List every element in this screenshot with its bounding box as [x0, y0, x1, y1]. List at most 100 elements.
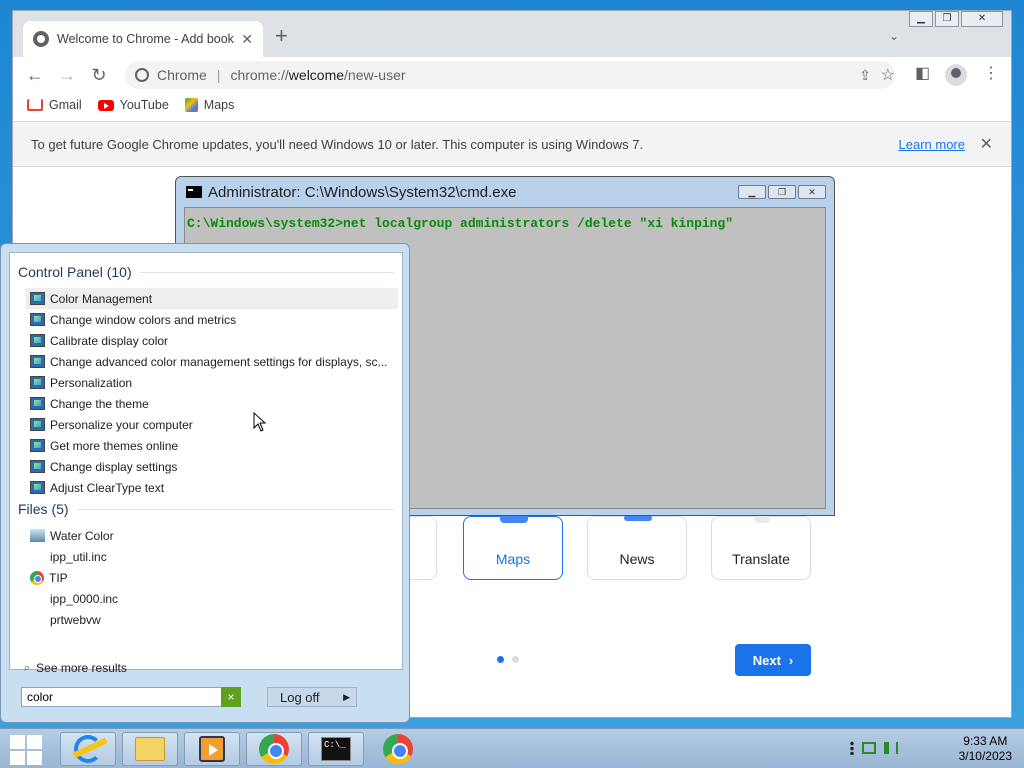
- pager-dot-active[interactable]: [497, 656, 504, 663]
- share-icon[interactable]: ⇪: [859, 67, 871, 84]
- personalization-icon: [30, 439, 45, 452]
- learn-more-link[interactable]: Learn more: [899, 137, 965, 152]
- taskbar-cmd[interactable]: C:\_: [308, 732, 364, 766]
- clock-date: 3/10/2023: [958, 749, 1012, 763]
- side-panel-icon[interactable]: ◧: [915, 63, 930, 83]
- display-icon: [30, 481, 45, 494]
- personalization-icon: [30, 376, 45, 389]
- header-divider: [139, 271, 394, 273]
- cmd-title: Administrator: C:\Windows\System32\cmd.e…: [208, 183, 517, 201]
- result-item[interactable]: Change the theme: [26, 393, 398, 414]
- result-item[interactable]: Get more themes online: [26, 435, 398, 456]
- chrome-titlebar: Welcome to Chrome - Add book ✕ + ⌄ ▁ ❐ ✕: [13, 11, 1011, 57]
- result-item[interactable]: Change advanced color management setting…: [26, 351, 398, 372]
- bookmark-star-icon[interactable]: ☆: [881, 65, 895, 85]
- new-tab-button[interactable]: +: [275, 25, 288, 47]
- start-menu: Control Panel (10) Color Management Chan…: [0, 243, 410, 723]
- cmd-close-button[interactable]: ✕: [798, 185, 826, 199]
- shutdown-options-arrow-icon[interactable]: ▶: [343, 692, 350, 703]
- url-prefix: chrome://: [230, 67, 289, 83]
- cmd-icon: C:\_: [321, 737, 351, 761]
- file-item[interactable]: Water Color: [26, 525, 398, 546]
- card-label: Translate: [732, 551, 790, 567]
- bookmarks-bar: Gmail YouTube Maps: [13, 93, 1011, 117]
- pager-dot[interactable]: [512, 656, 519, 663]
- cmd-minimize-button[interactable]: ▁: [738, 185, 766, 199]
- scheme-label: Chrome: [157, 67, 207, 83]
- next-button[interactable]: Next ›: [735, 644, 811, 676]
- cmd-titlebar[interactable]: Administrator: C:\Windows\System32\cmd.e…: [176, 177, 834, 207]
- minimize-button[interactable]: ▁: [909, 11, 933, 27]
- card-label: News: [619, 551, 655, 567]
- network-icon[interactable]: [862, 742, 876, 754]
- taskbar-chrome[interactable]: [246, 732, 302, 766]
- bookmark-maps[interactable]: Maps: [184, 98, 234, 112]
- taskbar-media-player[interactable]: [184, 732, 240, 766]
- profile-avatar[interactable]: [945, 64, 967, 86]
- file-item[interactable]: TIP: [26, 567, 398, 588]
- volume-icon[interactable]: [884, 742, 898, 754]
- start-search-input[interactable]: color: [21, 687, 241, 707]
- chrome-page-icon: [135, 68, 149, 82]
- result-label: Adjust ClearType text: [50, 480, 165, 495]
- result-item[interactable]: Personalization: [26, 372, 398, 393]
- show-hidden-icons-icon[interactable]: [850, 741, 854, 755]
- log-off-button[interactable]: Log off ▶: [267, 687, 357, 707]
- welcome-card-news[interactable]: News: [587, 515, 687, 580]
- files-header[interactable]: Files (5): [18, 501, 394, 517]
- chrome-icon: [383, 734, 413, 764]
- close-button[interactable]: ✕: [961, 11, 1003, 27]
- taskbar: C:\_ 9:33 AM 3/10/2023: [0, 728, 1024, 768]
- address-bar[interactable]: Chrome | chrome://welcome/new-user ⇪ ☆: [125, 61, 895, 89]
- gmail-icon: [27, 99, 43, 111]
- cmd-restore-button[interactable]: ❐: [768, 185, 796, 199]
- personalization-icon: [30, 397, 45, 410]
- welcome-card-maps[interactable]: Maps: [463, 509, 563, 580]
- infobar-close-icon[interactable]: ✕: [980, 134, 993, 154]
- window-controls: ▁ ❐ ✕: [909, 11, 1003, 27]
- clear-search-icon[interactable]: ×: [221, 687, 241, 707]
- file-label: prtwebvw: [50, 612, 101, 627]
- result-item[interactable]: Calibrate display color: [26, 330, 398, 351]
- url-host: welcome: [288, 67, 345, 83]
- youtube-icon: [97, 99, 114, 111]
- tab-search-icon[interactable]: ⌄: [889, 29, 899, 43]
- windows-start-button[interactable]: [10, 735, 42, 765]
- url-suffix: /new-user: [344, 67, 406, 83]
- result-label: Change display settings: [50, 459, 178, 474]
- media-player-icon: [199, 736, 225, 762]
- see-more-results[interactable]: ⌕ See more results: [24, 661, 127, 675]
- result-item[interactable]: Change window colors and metrics: [26, 309, 398, 330]
- file-item[interactable]: prtwebvw: [26, 609, 398, 630]
- result-item[interactable]: Adjust ClearType text: [26, 477, 398, 498]
- taskbar-explorer[interactable]: [122, 732, 178, 766]
- folder-icon: [135, 737, 165, 761]
- taskbar-ie[interactable]: [60, 732, 116, 766]
- file-item[interactable]: ipp_util.inc: [26, 546, 398, 567]
- blank-file-icon: [30, 592, 45, 605]
- card-label: Maps: [495, 551, 531, 567]
- result-item[interactable]: Color Management: [26, 288, 398, 309]
- file-label: ipp_0000.inc: [50, 591, 119, 606]
- tab-close-icon[interactable]: ✕: [241, 31, 253, 48]
- back-button[interactable]: ←: [23, 63, 47, 87]
- next-label: Next: [752, 652, 781, 668]
- file-item[interactable]: ipp_0000.inc: [26, 588, 398, 609]
- bookmark-gmail[interactable]: Gmail: [27, 98, 82, 112]
- chrome-menu-icon[interactable]: ⋮: [983, 63, 999, 83]
- result-item[interactable]: Change display settings: [26, 456, 398, 477]
- bookmark-youtube[interactable]: YouTube: [97, 98, 169, 112]
- reload-button[interactable]: ↻: [87, 63, 111, 87]
- tab-welcome[interactable]: Welcome to Chrome - Add book ✕: [23, 21, 263, 57]
- file-label: TIP: [49, 570, 68, 585]
- globe-icon: [33, 31, 49, 47]
- clock[interactable]: 9:33 AM 3/10/2023: [959, 734, 1012, 764]
- file-label: ipp_util.inc: [50, 549, 107, 564]
- restore-button[interactable]: ❐: [935, 11, 959, 27]
- result-item[interactable]: Personalize your computer: [26, 414, 398, 435]
- welcome-card-translate[interactable]: Translate: [711, 509, 811, 580]
- chrome-icon: [30, 570, 44, 585]
- forward-button[interactable]: →: [55, 63, 79, 87]
- taskbar-chrome-2[interactable]: [370, 732, 426, 766]
- control-panel-header[interactable]: Control Panel (10): [18, 264, 394, 280]
